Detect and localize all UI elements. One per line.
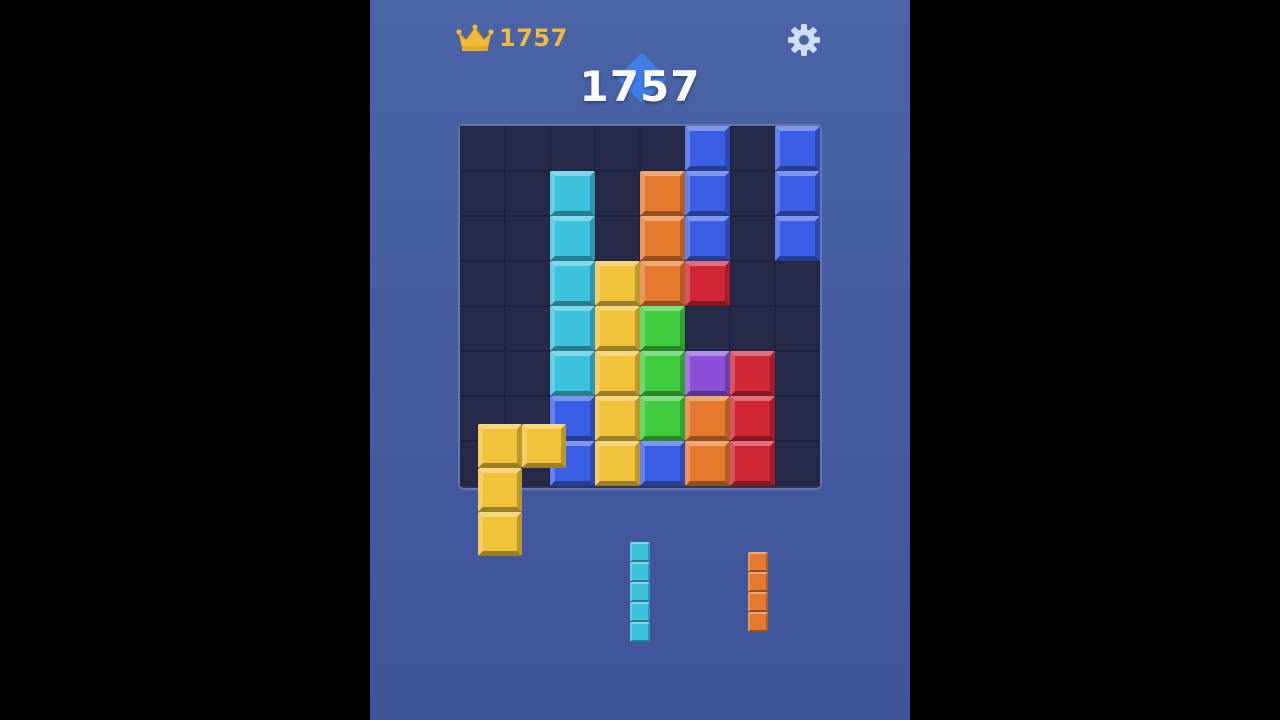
dragged-piece-block xyxy=(478,512,522,556)
board-empty-cell xyxy=(505,126,550,171)
gear-icon xyxy=(788,24,820,56)
board-block xyxy=(550,351,595,396)
board-empty-cell xyxy=(775,351,820,396)
board-block xyxy=(640,441,685,486)
tray-piece-block xyxy=(630,582,650,602)
board-block xyxy=(595,261,640,306)
board-block xyxy=(775,216,820,261)
tray-piece-block xyxy=(748,552,768,572)
board-empty-cell xyxy=(775,396,820,441)
board-empty-cell xyxy=(775,261,820,306)
board-block xyxy=(595,441,640,486)
tray-piece-block xyxy=(748,592,768,612)
tray-piece-block xyxy=(748,572,768,592)
best-score: 1757 xyxy=(455,22,568,54)
board-empty-cell xyxy=(730,261,775,306)
current-score: 1757 xyxy=(540,52,740,122)
board-block xyxy=(640,306,685,351)
board-block xyxy=(685,171,730,216)
board-block xyxy=(595,396,640,441)
board-empty-cell xyxy=(775,306,820,351)
board-block xyxy=(685,441,730,486)
board-block xyxy=(640,351,685,396)
board-block xyxy=(550,216,595,261)
board-empty-cell xyxy=(595,216,640,261)
board-empty-cell xyxy=(460,216,505,261)
settings-button[interactable] xyxy=(786,22,822,58)
board-empty-cell xyxy=(505,351,550,396)
board-block xyxy=(775,171,820,216)
board-block xyxy=(730,441,775,486)
dragged-piece-block xyxy=(522,424,566,468)
board-block xyxy=(550,261,595,306)
board-empty-cell xyxy=(505,261,550,306)
board-empty-cell xyxy=(730,126,775,171)
tray-piece-block xyxy=(630,542,650,562)
board-block xyxy=(730,396,775,441)
board-block xyxy=(685,351,730,396)
board-empty-cell xyxy=(460,171,505,216)
dragged-piece[interactable] xyxy=(478,424,566,556)
board-block xyxy=(685,126,730,171)
board-block xyxy=(550,171,595,216)
board-empty-cell xyxy=(505,171,550,216)
current-score-value: 1757 xyxy=(579,62,701,111)
tray-piece-block xyxy=(630,602,650,622)
dragged-piece-block xyxy=(478,468,522,512)
board-block xyxy=(595,306,640,351)
tray-piece-block xyxy=(630,622,650,642)
tray-piece-2[interactable] xyxy=(748,552,768,632)
tray-piece-1[interactable] xyxy=(630,542,650,642)
board-empty-cell xyxy=(595,126,640,171)
dragged-piece-block xyxy=(478,424,522,468)
board-empty-cell xyxy=(730,171,775,216)
board-empty-cell xyxy=(460,306,505,351)
board-block xyxy=(595,351,640,396)
board-empty-cell xyxy=(640,126,685,171)
board-block xyxy=(640,396,685,441)
board-block xyxy=(685,216,730,261)
board-empty-cell xyxy=(460,261,505,306)
board-empty-cell xyxy=(505,216,550,261)
board-block xyxy=(550,306,595,351)
board-empty-cell xyxy=(505,306,550,351)
board-block xyxy=(640,171,685,216)
board-empty-cell xyxy=(730,306,775,351)
best-score-value: 1757 xyxy=(499,24,568,52)
tray-piece-block xyxy=(748,612,768,632)
tray-piece-block xyxy=(630,562,650,582)
board-block xyxy=(775,126,820,171)
board-empty-cell xyxy=(685,306,730,351)
board-empty-cell xyxy=(550,126,595,171)
game-screen: 1757 1757 xyxy=(370,0,910,720)
board-empty-cell xyxy=(730,216,775,261)
board-block xyxy=(685,261,730,306)
board-block xyxy=(640,261,685,306)
board-empty-cell xyxy=(460,126,505,171)
board-block xyxy=(685,396,730,441)
board-empty-cell xyxy=(460,351,505,396)
board-block xyxy=(640,216,685,261)
crown-icon xyxy=(456,24,494,51)
board-empty-cell xyxy=(775,441,820,486)
board-block xyxy=(730,351,775,396)
board-empty-cell xyxy=(595,171,640,216)
